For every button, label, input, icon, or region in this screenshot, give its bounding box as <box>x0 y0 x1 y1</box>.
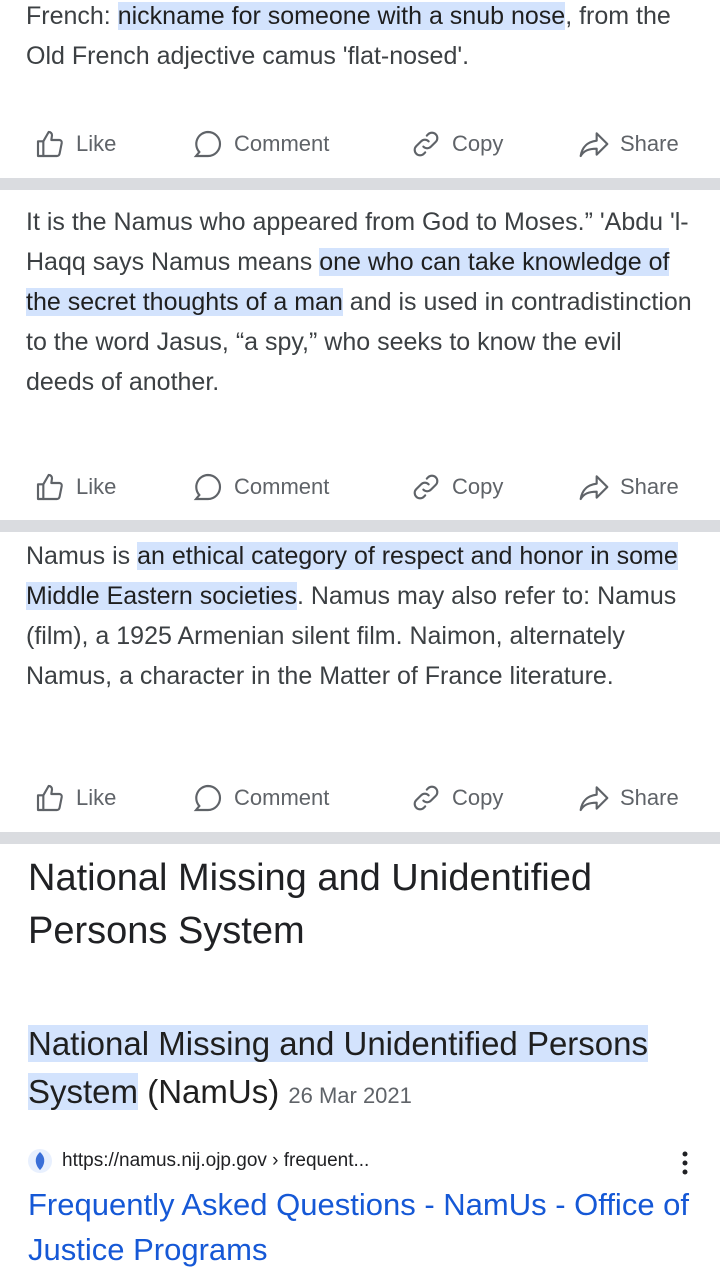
separator <box>0 520 720 532</box>
separator <box>0 832 720 844</box>
snippet-date: 26 Mar 2021 <box>288 1083 412 1108</box>
result-url: https://namus.nij.ojp.gov › frequent... <box>62 1150 370 1171</box>
result-title-link[interactable]: Frequently Asked Questions - NamUs - Off… <box>28 1182 698 1272</box>
share-arrow-icon <box>579 786 609 812</box>
link-icon <box>413 131 439 157</box>
answer-card-1: French: nickname for someone with a snub… <box>0 0 720 76</box>
share-arrow-icon <box>579 475 609 501</box>
comment-button[interactable]: Comment <box>192 122 329 166</box>
action-bar-2: Like Comment Copy Share <box>0 465 720 509</box>
thumbs-up-icon <box>36 130 63 158</box>
link-icon <box>413 474 439 500</box>
featured-snippet: National Missing and Unidentified Person… <box>28 1025 649 1110</box>
section-heading: National Missing and Unidentified Person… <box>28 857 592 952</box>
comment-button[interactable]: Comment <box>192 776 329 820</box>
like-button[interactable]: Like <box>34 776 116 820</box>
thumbs-up-icon <box>36 473 63 501</box>
comment-button[interactable]: Comment <box>192 465 329 509</box>
answer-text: Namus is an ethical category of respect … <box>26 542 678 690</box>
comment-icon <box>193 784 222 812</box>
highlighted-text: nickname for someone with a snub nose <box>117 2 566 30</box>
answer-card-3: Namus is an ethical category of respect … <box>0 536 720 696</box>
site-favicon-icon <box>28 1149 52 1173</box>
like-button[interactable]: Like <box>34 465 116 509</box>
thumbs-up-icon <box>36 784 63 812</box>
share-button[interactable]: Share <box>578 465 679 509</box>
action-bar-1: Like Comment Copy Share <box>0 122 720 166</box>
copy-button[interactable]: Copy <box>410 465 503 509</box>
share-arrow-icon <box>579 132 609 158</box>
more-options-icon[interactable] <box>680 1148 690 1178</box>
action-bar-3: Like Comment Copy Share <box>0 776 720 820</box>
link-icon <box>413 785 439 811</box>
result-source[interactable]: https://namus.nij.ojp.gov › frequent... <box>28 1146 698 1176</box>
separator <box>0 178 720 190</box>
copy-button[interactable]: Copy <box>410 122 503 166</box>
like-button[interactable]: Like <box>34 122 116 166</box>
answer-card-2: It is the Namus who appeared from God to… <box>0 202 720 402</box>
share-button[interactable]: Share <box>578 122 679 166</box>
answer-text: French: nickname for someone with a snub… <box>26 2 671 70</box>
comment-icon <box>193 130 222 158</box>
answer-text: It is the Namus who appeared from God to… <box>26 208 692 396</box>
share-button[interactable]: Share <box>578 776 679 820</box>
copy-button[interactable]: Copy <box>410 776 503 820</box>
comment-icon <box>193 473 222 501</box>
